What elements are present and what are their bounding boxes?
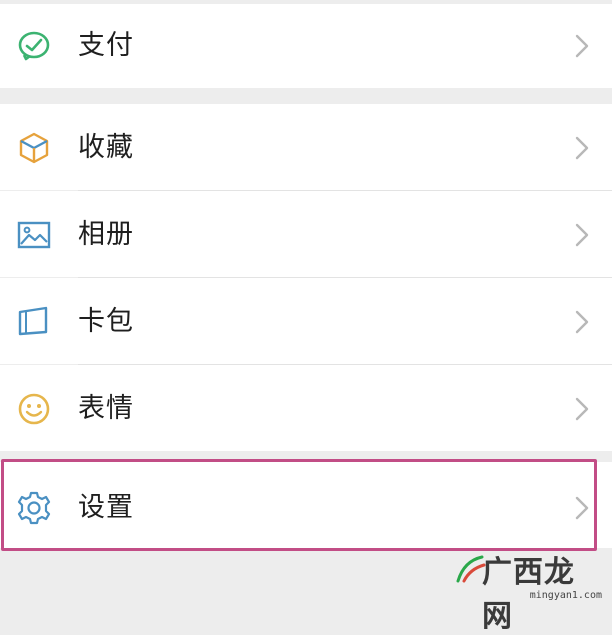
chevron-right-icon xyxy=(574,221,590,249)
menu-item-favorites[interactable]: 收藏 xyxy=(0,104,612,190)
chevron-right-icon xyxy=(574,32,590,60)
site-watermark: 广西龙网 mingyan1.com xyxy=(454,545,604,634)
menu-item-label: 卡包 xyxy=(78,306,134,337)
menu-item-label: 表情 xyxy=(78,393,134,424)
chevron-right-icon xyxy=(574,308,590,336)
settings-highlight-box xyxy=(1,459,597,551)
menu-item-card-wallet[interactable]: 卡包 xyxy=(0,278,612,364)
picture-icon xyxy=(16,217,52,253)
menu-item-label: 支付 xyxy=(78,30,134,61)
menu-item-album[interactable]: 相册 xyxy=(0,191,612,277)
wechat-pay-icon xyxy=(16,28,52,64)
chevron-right-icon xyxy=(574,134,590,162)
menu-item-pay[interactable]: 支付 xyxy=(0,4,612,88)
card-wallet-icon xyxy=(16,304,52,340)
cube-icon xyxy=(16,130,52,166)
watermark-url: mingyan1.com xyxy=(529,590,602,601)
menu-item-label: 收藏 xyxy=(78,132,134,163)
menu-item-stickers[interactable]: 表情 xyxy=(0,365,612,451)
menu-item-label: 相册 xyxy=(78,219,134,250)
smile-icon xyxy=(16,391,52,427)
chevron-right-icon xyxy=(574,395,590,423)
